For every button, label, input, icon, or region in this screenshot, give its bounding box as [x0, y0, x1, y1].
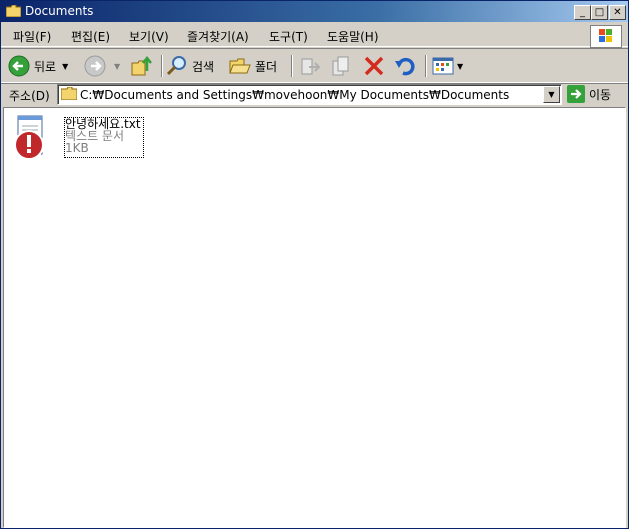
close-button[interactable]: ✕ — [609, 5, 626, 20]
minimize-button[interactable]: _ — [574, 5, 591, 20]
views-icon — [432, 57, 454, 75]
search-label: 검색 — [192, 59, 215, 74]
menu-bar: 파일(F) 편집(E) 보기(V) 즐겨찾기(A) 도구(T) 도움말(H) — [1, 24, 628, 48]
address-input[interactable]: C:₩Documents and Settings₩movehoon₩My Do… — [57, 84, 562, 105]
toolbar: 뒤로 ▼ ▼ 검색 폴더 ▼ — [1, 48, 628, 84]
menu-file[interactable]: 파일(F) — [13, 28, 51, 45]
forward-arrow-icon — [84, 55, 106, 77]
menu-favorites[interactable]: 즐겨찾기(A) — [187, 28, 249, 45]
address-dropdown-icon[interactable]: ▼ — [543, 86, 560, 103]
toolbar-separator — [425, 55, 427, 77]
file-size: 1KB — [65, 141, 89, 155]
address-label: 주소(D) — [9, 89, 50, 103]
menu-tools[interactable]: 도구(T) — [269, 28, 308, 45]
move-to-icon — [301, 58, 321, 75]
move-to-button[interactable] — [299, 54, 321, 78]
toolbar-separator — [291, 55, 293, 77]
menu-help[interactable]: 도움말(H) — [327, 28, 379, 45]
menu-edit[interactable]: 편집(E) — [71, 28, 110, 45]
delete-icon — [364, 56, 384, 76]
copy-to-icon — [332, 56, 349, 76]
forward-button[interactable]: ▼ — [84, 54, 120, 78]
delete-button[interactable] — [363, 54, 385, 78]
folders-label: 폴더 — [255, 59, 278, 74]
file-list-pane[interactable]: 안녕하세요.txt 텍스트 문서 1KB — [3, 107, 626, 528]
views-button[interactable]: ▼ — [432, 54, 463, 78]
maximize-button[interactable]: □ — [591, 5, 608, 20]
undo-icon — [395, 57, 415, 76]
back-arrow-icon — [8, 55, 30, 77]
back-dropdown-icon[interactable]: ▼ — [62, 62, 68, 71]
up-folder-icon — [131, 55, 152, 76]
folders-icon — [229, 58, 251, 74]
text-file-error-icon — [14, 115, 44, 160]
folder-icon — [6, 5, 21, 17]
explorer-window: Documents _ □ ✕ 파일(F) 편집(E) 보기(V) 즐겨찾기(A… — [0, 0, 629, 529]
menu-view[interactable]: 보기(V) — [129, 28, 169, 45]
go-arrow-icon — [567, 85, 585, 103]
undo-button[interactable] — [394, 54, 416, 78]
back-button[interactable]: 뒤로 ▼ — [8, 54, 68, 78]
back-label: 뒤로 — [34, 59, 57, 74]
go-button[interactable]: 이동 — [567, 85, 611, 103]
copy-to-button[interactable] — [331, 54, 353, 78]
folder-icon — [61, 87, 77, 100]
search-icon — [166, 56, 186, 76]
file-label: 안녕하세요.txt 텍스트 문서 1KB — [64, 117, 144, 158]
views-dropdown-icon[interactable]: ▼ — [457, 62, 463, 71]
address-value: C:₩Documents and Settings₩movehoon₩My Do… — [80, 88, 510, 102]
title-bar[interactable]: Documents _ □ ✕ — [1, 1, 628, 22]
windows-logo-icon — [590, 25, 622, 48]
address-bar: 주소(D) C:₩Documents and Settings₩movehoon… — [1, 82, 628, 107]
forward-dropdown-icon[interactable]: ▼ — [114, 62, 120, 71]
up-folder-button[interactable] — [131, 54, 153, 78]
go-label: 이동 — [589, 87, 612, 102]
window-title: Documents — [25, 4, 94, 18]
toolbar-separator — [161, 55, 163, 77]
folders-button[interactable]: 폴더 — [229, 54, 277, 78]
search-button[interactable]: 검색 — [166, 54, 214, 78]
